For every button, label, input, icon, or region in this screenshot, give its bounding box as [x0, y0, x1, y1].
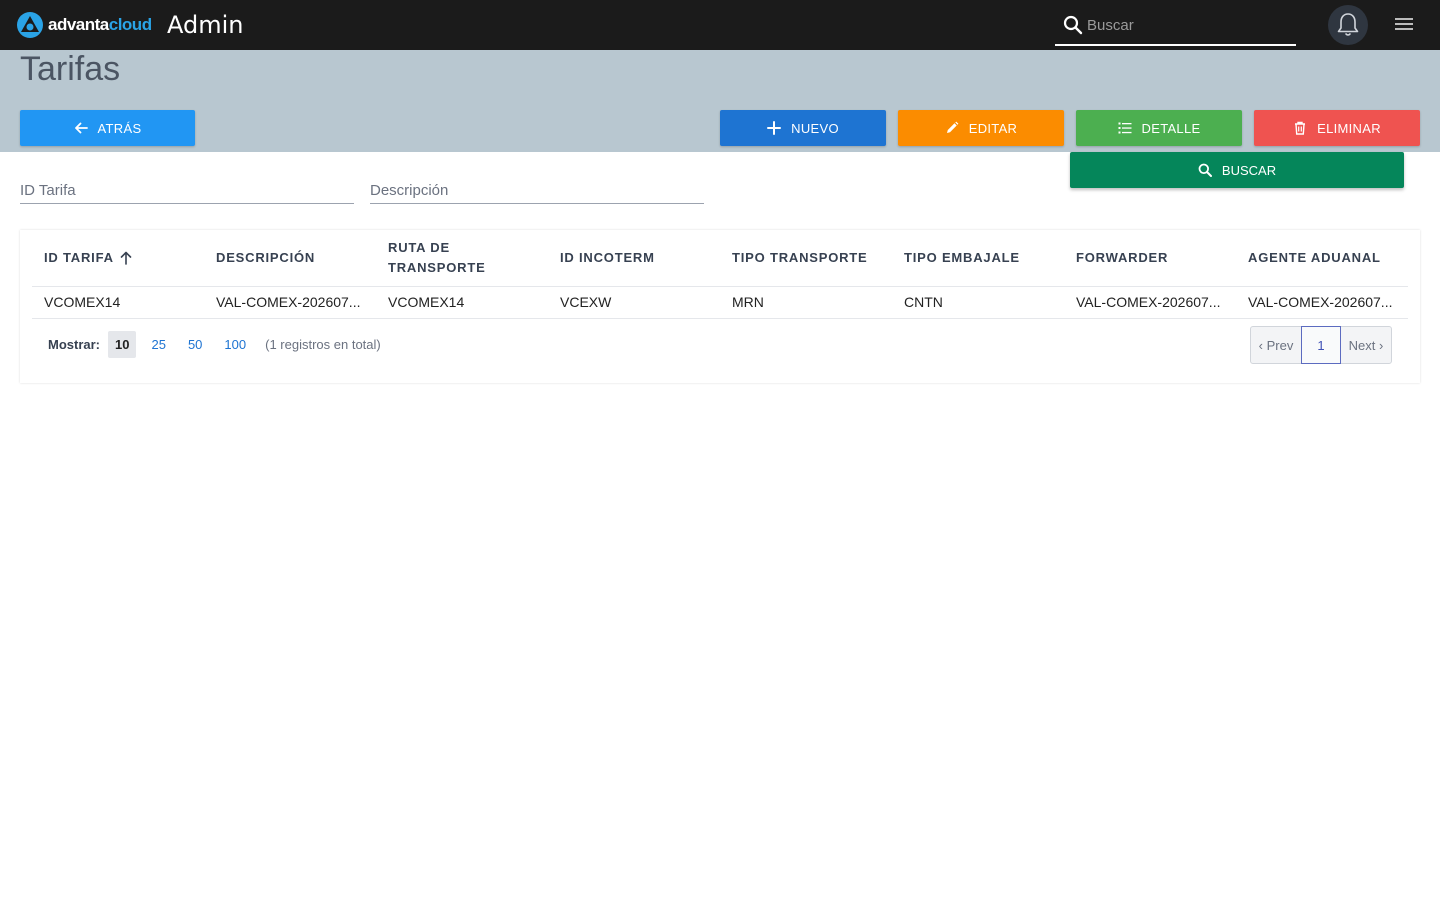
delete-button-label: ELIMINAR: [1317, 120, 1381, 136]
cell-ruta-transporte: VCOMEX14: [376, 286, 548, 319]
column-header-id-tarifa[interactable]: ID TARIFA: [32, 230, 204, 287]
description-filter: [370, 178, 704, 204]
page-size-label: Mostrar:: [48, 337, 101, 352]
column-header-descripcion[interactable]: DESCRIPCIÓN: [204, 230, 376, 287]
search-button-label: BUSCAR: [1221, 162, 1277, 178]
description-input[interactable]: [370, 178, 704, 202]
new-button-label: NUEVO: [791, 120, 839, 136]
page-size-25[interactable]: 25: [144, 331, 172, 358]
total-records: (1 registros en total): [265, 337, 381, 352]
back-button-label: ATRÁS: [97, 120, 142, 136]
edit-button-label: EDITAR: [968, 120, 1018, 136]
cell-agente-aduanal: VAL-COMEX-202607...: [1236, 286, 1408, 319]
tarifas-table: ID TARIFA DESCRIPCIÓN RUTA DE TRANSPORTE…: [32, 230, 1408, 319]
cell-tipo-embajale: CNTN: [892, 286, 1064, 319]
cell-id-tarifa: VCOMEX14: [32, 286, 204, 319]
hamburger-menu-icon[interactable]: [1392, 15, 1416, 35]
list-icon: [1118, 122, 1132, 134]
table-row[interactable]: VCOMEX14 VAL-COMEX-202607... VCOMEX14 VC…: [32, 286, 1408, 319]
page-title: Tarifas: [20, 50, 121, 88]
sort-ascending-icon: [120, 252, 132, 266]
id-tarifa-input[interactable]: [20, 178, 354, 202]
pencil-icon: [946, 121, 959, 133]
top-navbar: advantacloud Admin: [0, 0, 1440, 50]
logo-icon: [17, 12, 43, 38]
delete-button[interactable]: ELIMINAR: [1254, 110, 1420, 146]
search-button[interactable]: BUSCAR: [1070, 152, 1404, 188]
cell-tipo-transporte: MRN: [720, 286, 892, 319]
cell-forwarder: VAL-COMEX-202607...: [1064, 286, 1236, 319]
global-search: [1055, 6, 1296, 46]
column-header-tipo-embajale[interactable]: TIPO EMBAJALE: [892, 230, 1064, 287]
detail-button[interactable]: DETALLE: [1076, 110, 1242, 146]
global-search-input[interactable]: [1087, 12, 1287, 38]
column-header-agente-aduanal[interactable]: AGENTE ADUANAL: [1236, 230, 1408, 287]
arrow-left-icon: [74, 122, 88, 134]
column-header-forwarder[interactable]: FORWARDER: [1064, 230, 1236, 287]
id-tarifa-filter: [20, 178, 354, 204]
page-header: Tarifas ATRÁS NUEVO EDITAR DETALLE ELIMI…: [0, 50, 1440, 152]
page-size-selector: Mostrar: 10 25 50 100 (1 registros en to…: [48, 331, 381, 358]
bell-icon: [1337, 13, 1359, 36]
new-button[interactable]: NUEVO: [720, 110, 886, 146]
page-number-1[interactable]: 1: [1301, 326, 1341, 364]
detail-button-label: DETALLE: [1141, 120, 1201, 136]
page-size-100[interactable]: 100: [217, 331, 253, 358]
page-size-50[interactable]: 50: [181, 331, 209, 358]
cell-id-incoterm: VCEXW: [548, 286, 720, 319]
next-page-button[interactable]: Next ›: [1341, 327, 1391, 363]
pagination: ‹ Prev 1 Next ›: [1250, 326, 1392, 364]
plus-icon: [767, 121, 782, 135]
logo-text: advantacloud: [48, 15, 152, 34]
edit-button[interactable]: EDITAR: [898, 110, 1064, 146]
trash-icon: [1295, 121, 1306, 135]
results-card: ID TARIFA DESCRIPCIÓN RUTA DE TRANSPORTE…: [20, 230, 1420, 383]
page-size-10[interactable]: 10: [108, 331, 137, 358]
column-header-tipo-transporte[interactable]: TIPO TRANSPORTE: [720, 230, 892, 287]
search-icon: [1063, 15, 1083, 35]
column-header-ruta-transporte[interactable]: RUTA DE TRANSPORTE: [376, 230, 548, 287]
back-button[interactable]: ATRÁS: [20, 110, 195, 146]
column-header-id-incoterm[interactable]: ID INCOTERM: [548, 230, 720, 287]
app-logo[interactable]: advantacloud: [16, 11, 152, 39]
search-icon: [1198, 163, 1212, 177]
table-header-row: ID TARIFA DESCRIPCIÓN RUTA DE TRANSPORTE…: [32, 230, 1408, 287]
notifications-button[interactable]: [1328, 5, 1368, 45]
prev-page-button[interactable]: ‹ Prev: [1251, 327, 1301, 363]
app-title: Admin: [167, 11, 244, 39]
cell-descripcion: VAL-COMEX-202607...: [204, 286, 376, 319]
